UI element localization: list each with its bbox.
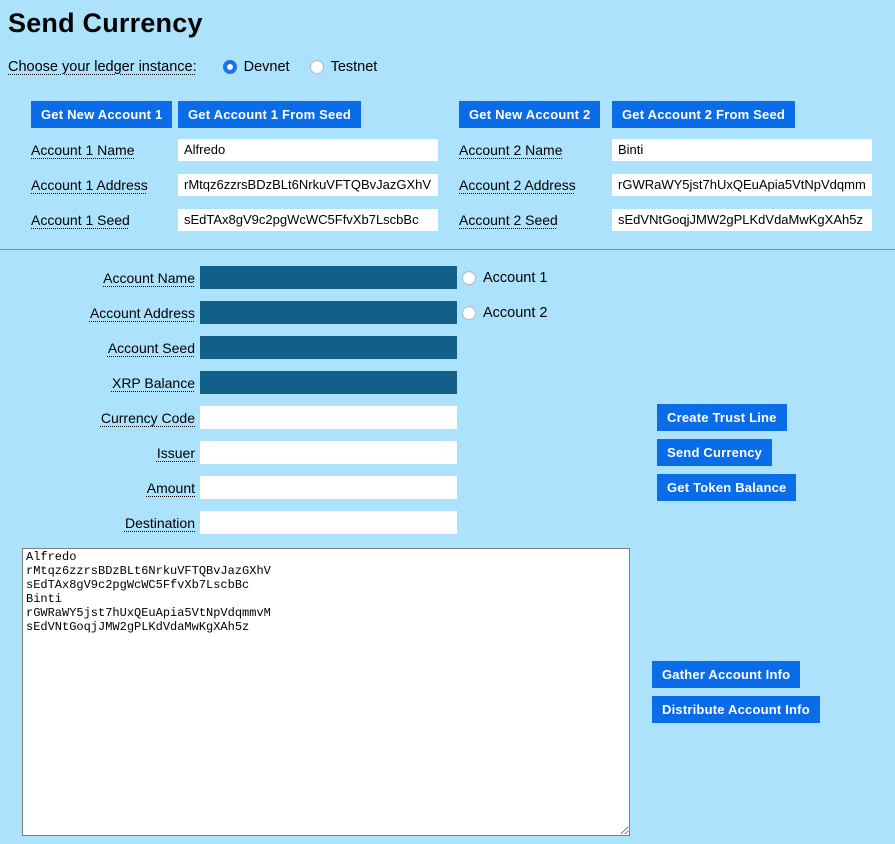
amount-label: Amount	[147, 480, 195, 496]
account2-address-input[interactable]	[612, 174, 872, 196]
account1-seed-label: Account 1 Seed	[31, 212, 130, 228]
account-seed-label: Account Seed	[108, 340, 195, 356]
devnet-radio[interactable]	[223, 60, 237, 74]
account1-radio-label: Account 1	[483, 270, 548, 286]
destination-input[interactable]	[200, 511, 457, 534]
accounts-section: Get New Account 1 Get Account 1 From See…	[31, 97, 887, 237]
testnet-radio-label: Testnet	[331, 59, 378, 75]
get-new-account2-button[interactable]: Get New Account 2	[459, 101, 600, 128]
account1-radio[interactable]	[462, 271, 476, 285]
gather-account-info-button[interactable]: Gather Account Info	[652, 661, 800, 688]
results-buttons: Gather Account Info Distribute Account I…	[652, 548, 820, 836]
xrp-balance-label: XRP Balance	[112, 375, 195, 391]
account1-seed-input[interactable]	[178, 209, 438, 231]
account-address-label: Account Address	[90, 305, 195, 321]
account-name-label: Account Name	[103, 270, 195, 286]
get-new-account1-button[interactable]: Get New Account 1	[31, 101, 172, 128]
get-account2-from-seed-button[interactable]: Get Account 2 From Seed	[612, 101, 795, 128]
get-account1-from-seed-button[interactable]: Get Account 1 From Seed	[178, 101, 361, 128]
destination-label: Destination	[125, 515, 195, 531]
issuer-input[interactable]	[200, 441, 457, 464]
transaction-section: Account Name Account 1 Account Address A…	[8, 260, 887, 540]
devnet-radio-label: Devnet	[244, 59, 290, 75]
ledger-instance-label: Choose your ledger instance:	[8, 59, 197, 75]
account2-address-label: Account 2 Address	[459, 177, 576, 193]
account2-name-label: Account 2 Name	[459, 142, 563, 158]
account1-name-input[interactable]	[178, 139, 438, 161]
account1-name-label: Account 1 Name	[31, 142, 135, 158]
account2-seed-input[interactable]	[612, 209, 872, 231]
radio-option-devnet[interactable]: Devnet	[223, 59, 290, 75]
account-info-textarea[interactable]: Alfredo rMtqz6zzrsBDzBLt6NrkuVFTQBvJazGX…	[22, 548, 630, 836]
distribute-account-info-button[interactable]: Distribute Account Info	[652, 696, 820, 723]
account-address-field[interactable]	[200, 301, 457, 324]
ledger-instance-row: Choose your ledger instance: Devnet Test…	[8, 59, 887, 75]
account1-address-label: Account 1 Address	[31, 177, 148, 193]
radio-option-account1[interactable]: Account 1	[462, 270, 652, 286]
results-section: Alfredo rMtqz6zzrsBDzBLt6NrkuVFTQBvJazGX…	[22, 548, 887, 836]
issuer-label: Issuer	[157, 445, 195, 461]
create-trust-line-button[interactable]: Create Trust Line	[657, 404, 787, 431]
testnet-radio[interactable]	[310, 60, 324, 74]
amount-input[interactable]	[200, 476, 457, 499]
currency-code-input[interactable]	[200, 406, 457, 429]
radio-option-account2[interactable]: Account 2	[462, 305, 652, 321]
account2-radio-label: Account 2	[483, 305, 548, 321]
page-title: Send Currency	[8, 8, 887, 39]
currency-code-label: Currency Code	[101, 410, 195, 426]
account2-seed-label: Account 2 Seed	[459, 212, 558, 228]
account2-radio[interactable]	[462, 306, 476, 320]
send-currency-button[interactable]: Send Currency	[657, 439, 772, 466]
account2-name-input[interactable]	[612, 139, 872, 161]
get-token-balance-button[interactable]: Get Token Balance	[657, 474, 796, 501]
account1-address-input[interactable]	[178, 174, 438, 196]
xrp-balance-field[interactable]	[200, 371, 457, 394]
account-seed-field[interactable]	[200, 336, 457, 359]
section-separator	[0, 249, 895, 250]
account-name-field[interactable]	[200, 266, 457, 289]
radio-option-testnet[interactable]: Testnet	[310, 59, 378, 75]
